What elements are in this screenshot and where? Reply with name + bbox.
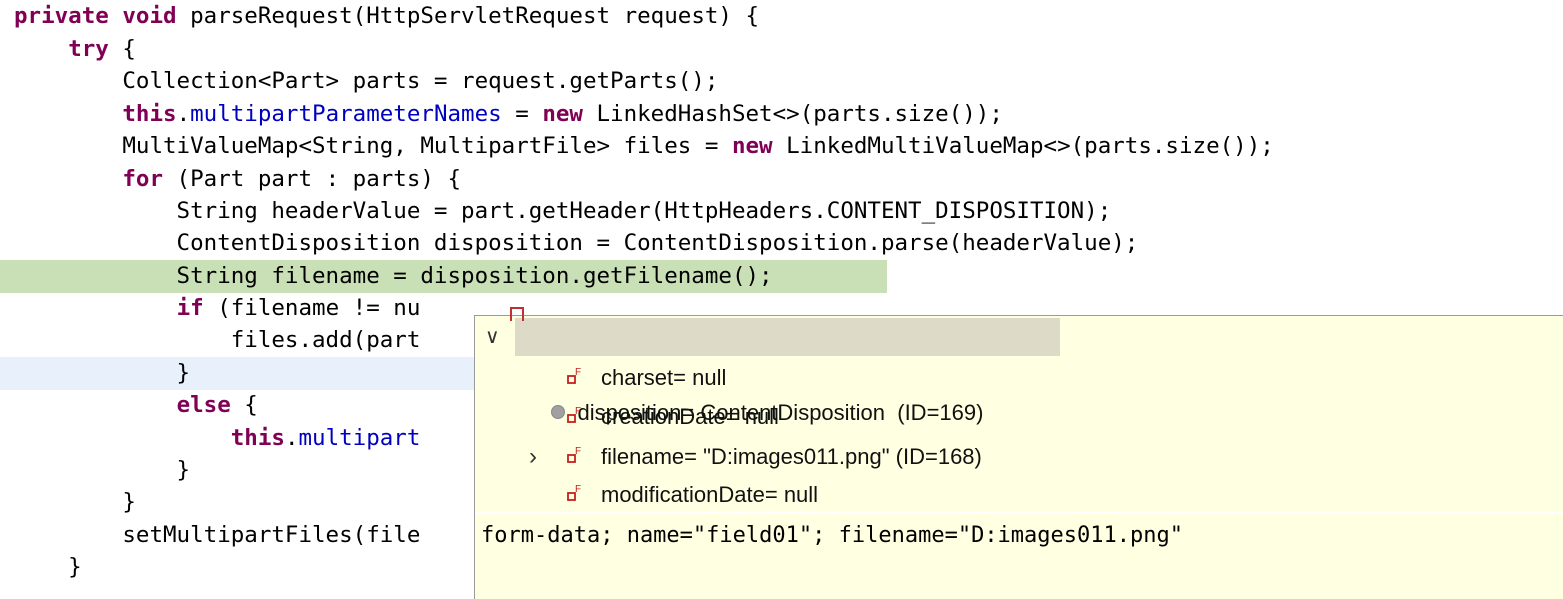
chevron-down-icon[interactable]: ∨ xyxy=(485,318,500,356)
code-text: MultiValueMap<String, MultipartFile> fil… xyxy=(14,133,732,159)
code-line[interactable]: try { xyxy=(0,33,1563,66)
tree-row-label: creationDate= null xyxy=(601,404,779,429)
tree-row-field[interactable]: FmodificationDate= null xyxy=(475,476,1563,514)
code-keyword: for xyxy=(122,166,164,192)
code-line[interactable]: private void parseRequest(HttpServletReq… xyxy=(0,0,1563,33)
code-text: } xyxy=(14,457,191,483)
code-text: { xyxy=(108,36,136,62)
tree-row-field[interactable]: Fcharset= null xyxy=(475,359,1563,397)
svg-text:F: F xyxy=(575,484,581,495)
code-keyword: new xyxy=(542,101,583,127)
code-line[interactable]: String headerValue = part.getHeader(Http… xyxy=(0,195,1563,228)
code-line[interactable]: String filename = disposition.getFilenam… xyxy=(0,260,887,293)
code-keyword: private xyxy=(14,3,109,29)
code-text: ContentDisposition disposition = Content… xyxy=(14,230,1139,256)
code-keyword: try xyxy=(68,36,109,62)
field-final-icon: F xyxy=(567,484,581,501)
svg-text:F: F xyxy=(575,406,581,417)
code-text: } xyxy=(14,360,191,386)
tree-row-field[interactable]: › Ffilename= "D:images011.png" (ID=168) xyxy=(475,438,1563,476)
code-line[interactable]: this.multipartParameterNames = new Linke… xyxy=(0,98,1563,131)
code-field: multipartParameterNames xyxy=(190,101,502,127)
code-keyword: new xyxy=(731,133,773,159)
detail-pane-text: form-data; name="field01"; filename="D:i… xyxy=(481,523,1183,548)
code-text: String headerValue = part.getHeader(Http… xyxy=(14,198,1112,224)
tree-row-label: charset= null xyxy=(601,365,727,390)
field-final-icon: F xyxy=(567,446,581,463)
code-keyword: this xyxy=(230,425,285,451)
code-keyword: this xyxy=(122,101,177,127)
code-keyword: void xyxy=(122,3,177,29)
code-text: = xyxy=(501,101,543,127)
code-text: . xyxy=(284,425,299,451)
code-text: String filename = disposition.getFilenam… xyxy=(14,263,773,289)
code-text: (filename != nu xyxy=(203,295,421,321)
code-line[interactable]: Collection<Part> parts = request.getPart… xyxy=(0,65,1563,98)
code-keyword: if xyxy=(176,295,204,321)
field-final-icon: F xyxy=(567,406,581,423)
code-text: } xyxy=(14,489,136,515)
code-text: . xyxy=(176,101,191,127)
code-text: LinkedMultiValueMap<>(parts.size()); xyxy=(772,133,1274,159)
variable-hover-popup[interactable]: ∨ disposition= ContentDisposition (ID=16… xyxy=(474,315,1563,599)
tree-row-label: modificationDate= null xyxy=(601,482,819,507)
code-text: LinkedHashSet<>(parts.size()); xyxy=(582,101,1003,127)
code-line[interactable]: ContentDisposition disposition = Content… xyxy=(0,227,1563,260)
code-text: parseRequest(HttpServletRequest request)… xyxy=(176,3,760,29)
svg-text:F: F xyxy=(575,446,581,457)
code-text: } xyxy=(14,554,82,580)
code-line[interactable]: for (Part part : parts) { xyxy=(0,163,1563,196)
tree-row-field[interactable]: FcreationDate= null xyxy=(475,398,1563,436)
code-line[interactable]: MultiValueMap<String, MultipartFile> fil… xyxy=(0,130,1563,163)
chevron-right-icon[interactable]: › xyxy=(529,438,537,476)
divider xyxy=(475,512,1563,514)
code-text: { xyxy=(230,392,258,418)
code-field: multipart xyxy=(298,425,421,451)
code-text: Collection<Part> parts = request.getPart… xyxy=(14,68,719,94)
code-text: setMultipartFiles(file xyxy=(14,522,421,548)
svg-text:F: F xyxy=(575,367,581,378)
field-final-icon: F xyxy=(567,367,581,384)
code-text: (Part part : parts) { xyxy=(163,166,462,192)
code-keyword: else xyxy=(176,392,231,418)
tree-row-label: filename= "D:images011.png" (ID=168) xyxy=(601,444,982,469)
edit-marker-icon xyxy=(510,307,524,321)
code-text: files.add(part xyxy=(14,327,421,353)
tree-row-disposition[interactable]: ∨ disposition= ContentDisposition (ID=16… xyxy=(485,318,1060,425)
